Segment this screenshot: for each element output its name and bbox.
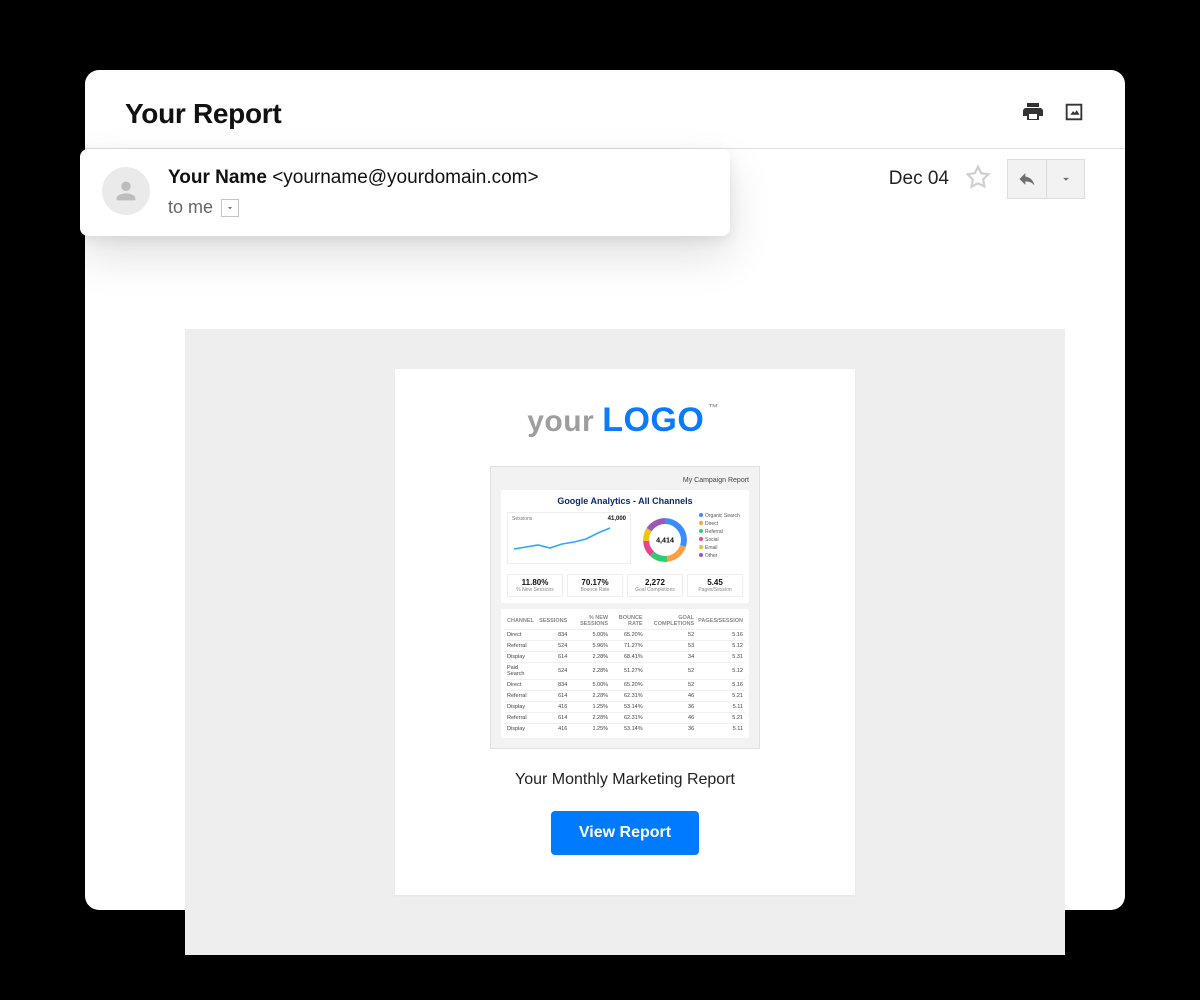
header-actions	[1021, 100, 1085, 129]
metric-value: 70.17%	[571, 578, 619, 587]
star-icon[interactable]	[965, 164, 991, 195]
metric-label: Bounce Rate	[571, 587, 619, 593]
metric-label: % New Sessions	[511, 587, 559, 593]
sender-card: Your Name <yourname@yourdomain.com> to m…	[80, 149, 730, 236]
email-subject: Your Report	[125, 98, 281, 130]
email-header: Your Report	[85, 70, 1125, 149]
metric-value: 2,272	[631, 578, 679, 587]
recipient-label: to me	[168, 197, 213, 218]
donut-center: 4,414	[656, 536, 674, 544]
view-report-button[interactable]: View Report	[551, 811, 699, 855]
metric-label: Goal Completions	[631, 587, 679, 593]
sender-email: <yourname@yourdomain.com>	[272, 167, 538, 188]
message-meta-row: Your Name <yourname@yourdomain.com> to m…	[85, 149, 1125, 219]
recipient-line[interactable]: to me	[168, 197, 539, 218]
sender-line: Your Name <yourname@yourdomain.com>	[168, 167, 539, 189]
print-icon[interactable]	[1021, 100, 1045, 129]
preview-line-chart: Sessions 41,000	[507, 512, 631, 564]
preview-small-title: My Campaign Report	[683, 477, 749, 484]
reply-icon[interactable]	[1008, 160, 1046, 198]
email-body-area: your LOGO ™ My Campaign Report Google An…	[185, 329, 1065, 955]
logo-part1: your	[527, 405, 594, 439]
chart-value: 41,000	[608, 516, 626, 522]
avatar-icon	[102, 167, 150, 215]
metric-value: 5.45	[691, 578, 739, 587]
logo-tm: ™	[708, 403, 719, 414]
reply-button-group	[1007, 159, 1085, 199]
preview-top-card: Google Analytics - All Channels Sessions…	[501, 490, 749, 603]
email-window: Your Report Your Name <yourname@yourdoma…	[85, 70, 1125, 910]
more-actions-dropdown-icon[interactable]	[1046, 160, 1084, 198]
preview-metrics: 11.80%% New Sessions 70.17%Bounce Rate 2…	[507, 574, 743, 597]
sender-name: Your Name	[168, 167, 267, 188]
preview-legend: Organic Search Direct Referral Social Em…	[699, 512, 743, 568]
message-meta: Dec 04	[889, 159, 1085, 199]
metric-value: 11.80%	[511, 578, 559, 587]
preview-table: CHANNELSESSIONS% NEW SESSIONSBOUNCE RATE…	[501, 609, 749, 738]
open-in-new-icon[interactable]	[1063, 101, 1085, 128]
report-preview: My Campaign Report Google Analytics - Al…	[490, 466, 760, 749]
email-caption: Your Monthly Marketing Report	[515, 771, 735, 789]
preview-donut-chart: 4,414	[637, 512, 693, 568]
brand-logo: your LOGO ™	[527, 401, 723, 440]
chart-label: Sessions	[512, 516, 532, 522]
metric-label: Pages/Session	[691, 587, 739, 593]
preview-section-title: Google Analytics - All Channels	[507, 496, 743, 506]
recipient-dropdown-icon[interactable]	[221, 199, 239, 217]
message-date: Dec 04	[889, 168, 949, 190]
email-content: your LOGO ™ My Campaign Report Google An…	[395, 369, 855, 895]
logo-part2: LOGO	[602, 401, 704, 440]
